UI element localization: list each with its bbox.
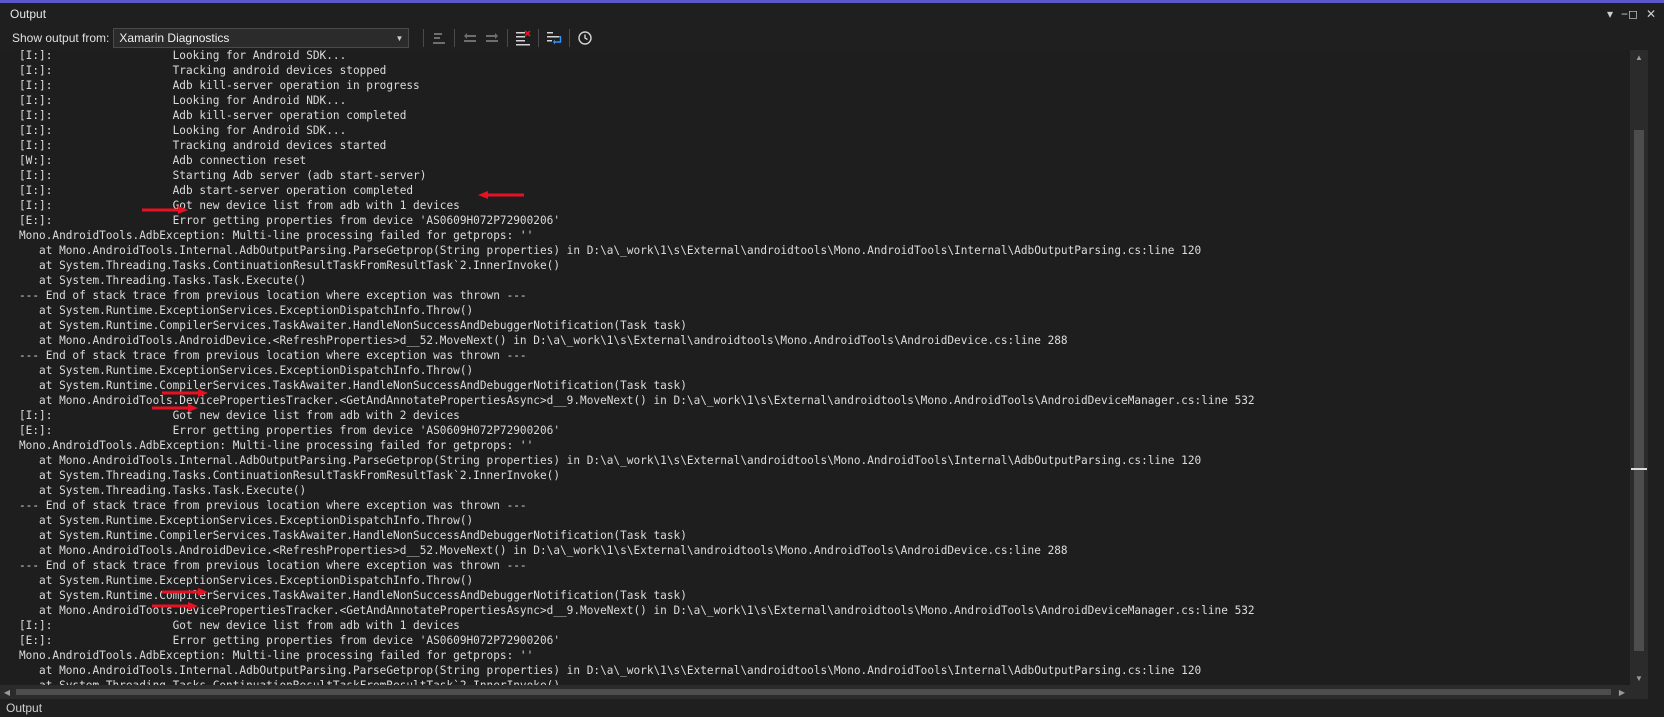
window-actions: ▾ −◻ ✕ [1607,7,1664,21]
output-line: [I:]: Looking for Android SDK... [19,50,347,62]
dropdown-menu-icon[interactable]: ▾ [1607,7,1613,21]
red-arrow-annotation [142,206,188,214]
previous-message-button[interactable] [459,28,481,48]
output-line: [I:]: Adb kill-server operation in progr… [19,79,420,92]
output-line: at System.Runtime.ExceptionServices.Exce… [19,514,474,527]
output-line: [I:]: Got new device list from adb with … [19,409,460,422]
output-line: at System.Threading.Tasks.Task.Execute() [19,484,307,497]
output-line: at System.Runtime.ExceptionServices.Exce… [19,364,474,377]
output-line: at Mono.AndroidTools.Internal.AdbOutputP… [19,244,1202,257]
output-line: [I:]: Tracking android devices started [19,139,387,152]
output-line: at System.Threading.Tasks.ContinuationRe… [19,259,560,272]
title-bar: Output ▾ −◻ ✕ [0,3,1664,25]
horizontal-scrollbar[interactable]: ◀ ▶ [0,685,1648,699]
output-line: at System.Threading.Tasks.Task.Execute() [19,274,307,287]
output-line: [E:]: Error getting properties from devi… [19,214,560,227]
red-arrow-annotation [152,404,198,412]
output-line: [E:]: Error getting properties from devi… [19,634,560,647]
toolbar-separator [569,29,571,47]
toolbar-separator [423,29,425,47]
scroll-down-icon[interactable]: ▼ [1630,671,1648,685]
chevron-down-icon: ▼ [395,33,404,43]
output-line: [I:]: Got new device list from adb with … [19,619,460,632]
clear-all-button[interactable] [512,28,534,48]
output-text-area[interactable]: [I:]: Looking for Android SDK... [I:]: Tr… [0,50,1630,685]
output-line: at Mono.AndroidTools.AndroidDevice.<Refr… [19,544,1068,557]
red-arrow-annotation [162,389,208,397]
output-line: [I:]: Starting Adb server (adb start-ser… [19,169,427,182]
output-line: at System.Threading.Tasks.ContinuationRe… [19,678,1255,685]
scroll-right-icon[interactable]: ▶ [1615,685,1629,699]
output-line: Mono.AndroidTools.AdbException: Multi-li… [19,649,534,662]
output-line: [I:]: Got new device list from adb with … [19,199,460,212]
find-message-icon [433,33,446,44]
output-line: at System.Runtime.CompilerServices.TaskA… [19,319,687,332]
output-tab[interactable]: Output [0,699,1664,717]
output-line: --- End of stack trace from previous loc… [19,349,527,362]
output-line: at System.Runtime.CompilerServices.TaskA… [19,529,687,542]
output-line: [W:]: Adb connection reset [19,154,307,167]
word-wrap-icon [547,32,562,45]
red-arrow-annotation [478,191,524,199]
next-message-icon [486,33,499,42]
output-line: --- End of stack trace from previous loc… [19,559,527,572]
scroll-up-icon[interactable]: ▲ [1630,50,1648,64]
output-line: --- End of stack trace from previous loc… [19,289,527,302]
output-line: at Mono.AndroidTools.AndroidDevice.<Refr… [19,334,1068,347]
output-line: [I:]: Adb kill-server operation complete… [19,109,407,122]
output-source-value: Xamarin Diagnostics [119,31,230,45]
output-line: Mono.AndroidTools.AdbException: Multi-li… [19,229,534,242]
output-line: Mono.AndroidTools.AdbException: Multi-li… [19,439,534,452]
red-arrow-annotation [162,588,208,596]
red-arrow-annotation [152,602,198,610]
output-tab-label: Output [6,701,43,715]
timestamp-icon [578,31,593,45]
output-line: [I:]: Looking for Android NDK... [19,94,347,107]
find-message-button[interactable] [428,28,450,48]
output-source-select[interactable]: Xamarin Diagnostics ▼ [113,28,410,48]
panel-title: Output [10,7,47,21]
output-line: --- End of stack trace from previous loc… [19,499,527,512]
word-wrap-button[interactable] [543,28,565,48]
toolbar-separator [454,29,456,47]
previous-message-icon [464,33,477,42]
output-line: [I:]: Looking for Android SDK... [19,124,347,137]
output-line: at Mono.AndroidTools.Internal.AdbOutputP… [19,664,1202,677]
output-toolbar: Show output from: Xamarin Diagnostics ▼ [0,26,1664,50]
output-line: [E:]: Error getting properties from devi… [19,424,560,437]
output-line: [I:]: Adb start-server operation complet… [19,184,414,197]
output-line: at System.Runtime.ExceptionServices.Exce… [19,574,474,587]
output-line: at System.Threading.Tasks.ContinuationRe… [19,469,560,482]
output-line: at Mono.AndroidTools.DevicePropertiesTra… [19,604,1255,617]
scroll-left-icon[interactable]: ◀ [0,685,14,699]
clear-all-icon [516,30,532,46]
next-message-button[interactable] [481,28,503,48]
vertical-scroll-thumb[interactable] [1634,130,1644,651]
vertical-scrollbar[interactable]: ▲ ▼ [1630,50,1648,685]
toolbar-separator [507,29,509,47]
horizontal-scroll-thumb[interactable] [16,689,1611,695]
scroll-position-marker [1631,468,1647,470]
pin-icon[interactable]: −◻ [1621,7,1638,21]
close-icon[interactable]: ✕ [1646,7,1656,21]
show-output-label: Show output from: [12,31,110,45]
output-line: [I:]: Tracking android devices stopped [19,64,387,77]
output-line: at System.Runtime.ExceptionServices.Exce… [19,304,474,317]
timestamp-toggle-button[interactable] [574,28,596,48]
toolbar-separator [538,29,540,47]
output-line: at Mono.AndroidTools.Internal.AdbOutputP… [19,454,1202,467]
